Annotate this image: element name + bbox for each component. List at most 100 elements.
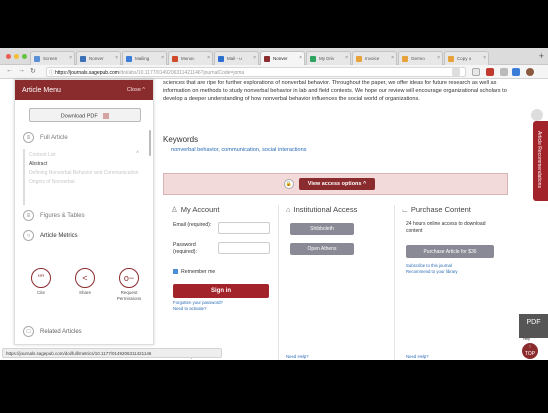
- toc-title: Content List: [29, 152, 56, 158]
- related-articles-item[interactable]: □ Related Articles: [23, 326, 82, 337]
- full-article-icon: ≡: [23, 132, 34, 143]
- browser-tab[interactable]: Screen ×: [30, 51, 75, 65]
- favicon-icon: [34, 56, 40, 62]
- shibboleth-button[interactable]: Shibboleth: [290, 223, 354, 235]
- institutional-access-panel: ⌂ Institutional Access Shibboleth Open At…: [280, 205, 392, 360]
- my-account-panel: ♙ My Account Email (required): Password (…: [163, 205, 275, 360]
- purchase-content-title: Purchase Content: [410, 205, 471, 214]
- forgot-password-link[interactable]: Forgotten your password?: [173, 300, 223, 305]
- close-tab-icon[interactable]: ×: [207, 55, 210, 61]
- browser-tab[interactable]: Monoc ×: [168, 51, 213, 65]
- browser-tab-label: Mail - u: [227, 56, 242, 61]
- email-field[interactable]: [218, 222, 270, 234]
- close-tab-icon[interactable]: ×: [253, 55, 256, 61]
- browser-tab-label: Invoice: [365, 56, 380, 61]
- browser-tab[interactable]: Copy o ×: [444, 51, 489, 65]
- activate-link[interactable]: Need to activate?: [173, 306, 206, 311]
- browser-tab[interactable]: My Driv ×: [306, 51, 351, 65]
- side-handle-icon[interactable]: [531, 109, 543, 121]
- reload-icon[interactable]: ↻: [30, 67, 36, 75]
- view-access-options-button[interactable]: View access options ^: [299, 178, 375, 190]
- site-info-icon[interactable]: ⓘ: [49, 69, 54, 76]
- column-divider: [394, 205, 395, 360]
- open-athens-button[interactable]: Open Athens: [290, 243, 354, 255]
- checkbox-icon[interactable]: [173, 269, 178, 275]
- user-icon: ♙: [171, 205, 178, 214]
- favicon-icon: [264, 56, 270, 62]
- browser-tab-label: Screen: [43, 56, 58, 61]
- keywords-links[interactable]: nonverbal behavior, communication, socia…: [171, 147, 307, 153]
- chevron-up-icon[interactable]: ^: [136, 151, 139, 157]
- recommendations-tab[interactable]: Article Recommendations: [533, 121, 548, 201]
- request-permissions-label: Request Permissions: [116, 290, 142, 301]
- star-icon[interactable]: [472, 68, 480, 76]
- url-field[interactable]: ⓘ https://journals.sagepub.com/doi/abs/1…: [46, 67, 466, 77]
- profile-avatar[interactable]: [526, 68, 534, 76]
- browser-tab[interactable]: Nonver ×: [260, 51, 305, 65]
- subscribe-link[interactable]: Subscribe to this journal: [406, 263, 452, 268]
- browser-tab[interactable]: Invoice ×: [352, 51, 397, 65]
- extension-icon[interactable]: [486, 68, 494, 76]
- toc-item-defining[interactable]: Defining Nonverbal Behavior and Communic…: [25, 167, 149, 176]
- purchase-article-button[interactable]: Purchase Article for $36: [406, 245, 494, 258]
- access-options-bar: 🔒 View access options ^: [163, 173, 508, 195]
- browser-tab[interactable]: Germo ×: [398, 51, 443, 65]
- cite-button[interactable]: “” Cite: [21, 268, 61, 296]
- share-button[interactable]: < Share: [65, 268, 105, 296]
- browser-tab-label: Mailing: [135, 56, 150, 61]
- forward-icon[interactable]: →: [18, 67, 25, 74]
- article-metrics-item[interactable]: ○ Article Metrics: [23, 230, 78, 241]
- key-icon[interactable]: [452, 68, 460, 76]
- article-tools: “” Cite < Share o− Request Permissions: [15, 268, 155, 312]
- browser-tab-label: Germo: [411, 56, 425, 61]
- sign-in-button[interactable]: Sign in: [173, 284, 269, 298]
- favicon-icon: [126, 56, 132, 62]
- browser-tab-label: Nonver: [89, 56, 104, 61]
- close-tab-icon[interactable]: ×: [391, 55, 394, 61]
- share-label: Share: [78, 290, 91, 295]
- key-icon: o−: [119, 268, 139, 288]
- institutional-need-help-link[interactable]: Need Help?: [286, 354, 309, 359]
- remember-me-checkbox[interactable]: Remember me: [173, 269, 215, 275]
- url-host: https://journals.sagepub.com: [55, 70, 119, 76]
- menu-scrollbar[interactable]: [149, 130, 151, 156]
- close-menu-button[interactable]: Close ^: [127, 87, 145, 93]
- maximize-window-icon[interactable]: [22, 54, 27, 59]
- browser-tab[interactable]: Mail - u ×: [214, 51, 259, 65]
- close-tab-icon[interactable]: ×: [345, 55, 348, 61]
- pdf-tab-button[interactable]: PDF: [519, 314, 548, 338]
- browser-tab[interactable]: Nonver ×: [76, 51, 121, 65]
- minimize-window-icon[interactable]: [14, 54, 19, 59]
- close-tab-icon[interactable]: ×: [483, 55, 486, 61]
- download-pdf-button[interactable]: Download PDF: [29, 108, 141, 122]
- close-tab-icon[interactable]: ×: [437, 55, 440, 61]
- password-field[interactable]: [218, 242, 270, 254]
- table-of-contents[interactable]: Content List ^ Abstract Defining Nonverb…: [23, 149, 149, 205]
- request-permissions-button[interactable]: o− Request Permissions: [109, 268, 149, 302]
- close-window-icon[interactable]: [6, 54, 11, 59]
- back-icon[interactable]: ←: [6, 67, 13, 74]
- browser-tab[interactable]: Mailing ×: [122, 51, 167, 65]
- toc-item-origins[interactable]: Origins of Nonverbal: [25, 176, 149, 185]
- new-tab-icon[interactable]: +: [539, 51, 544, 61]
- back-to-top-button[interactable]: ↑ TOP: [522, 343, 538, 359]
- purchase-need-help-link[interactable]: Need Help?: [406, 354, 429, 359]
- close-tab-icon[interactable]: ×: [161, 55, 164, 61]
- related-articles-label: Related Articles: [40, 329, 82, 336]
- extension-icon[interactable]: [500, 68, 508, 76]
- keywords-heading: Keywords: [163, 135, 199, 144]
- full-article-item[interactable]: ≡ Full Article: [23, 132, 68, 143]
- my-account-title: My Account: [180, 205, 220, 214]
- figures-tables-item[interactable]: ≡ Figures & Tables: [23, 210, 85, 221]
- share-icon: <: [75, 268, 95, 288]
- recommend-link[interactable]: Recommend to your library: [406, 269, 458, 274]
- full-article-label: Full Article: [40, 135, 68, 142]
- browser-tab-label: My Driv: [319, 56, 335, 61]
- extension-icon[interactable]: [512, 68, 520, 76]
- close-tab-icon[interactable]: ×: [69, 55, 72, 61]
- close-tab-icon[interactable]: ×: [115, 55, 118, 61]
- article-metrics-label: Article Metrics: [40, 233, 78, 240]
- close-tab-icon[interactable]: ×: [299, 55, 302, 61]
- url-path: /doi/abs/10.1177/0149206311421146?journa…: [118, 70, 245, 76]
- toc-item-abstract[interactable]: Abstract: [25, 158, 149, 167]
